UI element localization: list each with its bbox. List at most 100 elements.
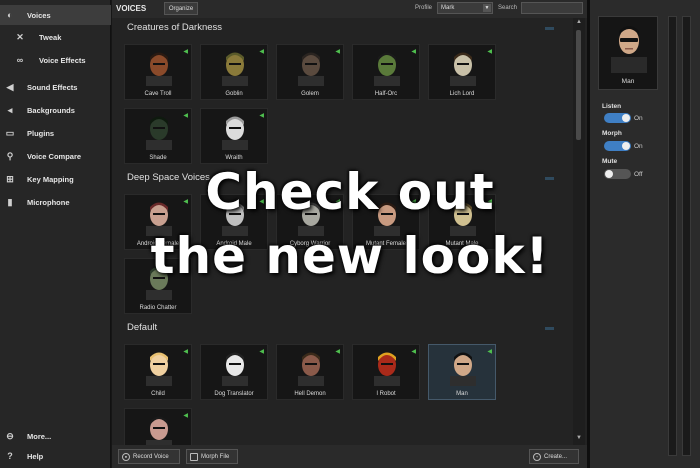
sidebar-item-more[interactable]: ⊖ More... — [0, 426, 111, 446]
voices-icon: ◐ — [7, 10, 13, 20]
morph-label: Morph — [602, 130, 622, 137]
voice-tile[interactable]: ◀ Hell Demon — [276, 344, 344, 400]
man-avatar — [611, 26, 647, 73]
sidebar-item-help[interactable]: ? Help — [0, 446, 111, 466]
voice-avatar — [222, 116, 248, 150]
input-level-meter — [668, 16, 677, 456]
sound-indicator-icon: ◀ — [259, 113, 264, 119]
sidebar-item-label: Tweak — [39, 32, 62, 42]
sound-indicator-icon: ◀ — [259, 199, 264, 205]
search-input[interactable] — [521, 2, 583, 14]
sidebar-item-voices[interactable]: ◐ Voices — [0, 5, 111, 25]
plus-icon: + — [533, 453, 541, 461]
sidebar-item-voice-effects[interactable]: ∞ Voice Effects — [0, 50, 111, 70]
voice-tile-label: Mutant Male — [445, 241, 479, 247]
listen-toggle[interactable] — [604, 113, 631, 123]
create-button[interactable]: + Create... — [529, 449, 579, 464]
voice-tile[interactable]: ◀ Mutant Male — [428, 194, 496, 250]
voice-tile[interactable]: ◀ Dog Translator — [200, 344, 268, 400]
voice-tile-label: Wraith — [225, 155, 243, 161]
scroll-thumb[interactable] — [576, 30, 581, 140]
voice-preview: Man — [598, 16, 658, 90]
morph-state: On — [634, 143, 643, 150]
voice-avatar — [146, 52, 172, 86]
voice-tile-label: I Robot — [376, 391, 396, 397]
profile-label: Profile — [415, 5, 433, 11]
record-icon: ● — [122, 453, 130, 461]
sidebar-item-label: More... — [27, 431, 52, 441]
voice-tile-label: Mutant Female — [365, 241, 407, 247]
voice-tile-label: Goblin — [225, 91, 243, 97]
morph-file-button[interactable]: Morph File — [186, 449, 238, 464]
sidebar-item-tweak[interactable]: ✕ Tweak — [0, 27, 111, 47]
record-voice-label: Record Voice — [133, 453, 169, 460]
voice-tile[interactable]: ◀ Shade — [124, 108, 192, 164]
profile-value: Mark — [441, 5, 455, 11]
preview-name: Man — [621, 78, 635, 85]
organize-button[interactable]: Organize — [164, 2, 198, 15]
voice-avatar — [222, 52, 248, 86]
voice-tile-label: Hell Demon — [294, 391, 326, 397]
page-title: VOICES — [116, 4, 147, 13]
sidebar-item-backgrounds[interactable]: ◂ Backgrounds — [0, 100, 111, 120]
output-level-meter — [682, 16, 691, 456]
category-header[interactable]: Default — [127, 322, 157, 333]
collapse-icon[interactable] — [545, 177, 554, 180]
voice-tile[interactable]: ◀ Golem — [276, 44, 344, 100]
top-toolbar: VOICES Organize Profile Mark ▼ Search — [112, 0, 587, 18]
voice-tile[interactable]: ◀ Mutant Female — [352, 194, 420, 250]
voice-tile-label: Android Male — [216, 241, 252, 247]
mute-state: Off — [634, 171, 643, 178]
voice-tile[interactable]: ◀ Wraith — [200, 108, 268, 164]
category-header[interactable]: Creatures of Darkness — [127, 22, 222, 33]
collapse-icon[interactable] — [545, 27, 554, 30]
sound-indicator-icon: ◀ — [259, 49, 264, 55]
voice-tile[interactable]: ◀ Lich Lord — [428, 44, 496, 100]
sidebar-item-microphone[interactable]: ▮ Microphone — [0, 192, 111, 212]
chevron-down-icon[interactable]: ▼ — [483, 4, 491, 12]
voice-tile[interactable]: ◀ Android Male — [200, 194, 268, 250]
voice-tile[interactable]: ◀ Cyborg Warrior — [276, 194, 344, 250]
sidebar-item-label: Sound Effects — [27, 82, 78, 92]
voice-tile[interactable]: ◀ — [124, 408, 192, 445]
voice-avatar — [298, 202, 324, 236]
voice-tile[interactable]: ◀ Android Female — [124, 194, 192, 250]
record-voice-button[interactable]: ● Record Voice — [118, 449, 180, 464]
sound-indicator-icon: ◀ — [411, 49, 416, 55]
create-label: Create... — [544, 453, 568, 460]
voice-avatar — [450, 352, 476, 386]
voice-tile[interactable]: ◀ Radio Chatter — [124, 258, 192, 314]
category-header[interactable]: Deep Space Voices — [127, 172, 210, 183]
voice-grid: Creatures of Darkness ◀ Cave Troll ◀ Goblin ◀… — [112, 18, 573, 445]
mute-toggle[interactable] — [604, 169, 631, 179]
collapse-icon[interactable] — [545, 327, 554, 330]
mute-label: Mute — [602, 158, 618, 165]
sound-indicator-icon: ◀ — [487, 349, 492, 355]
voice-tile[interactable]: ◀ Child — [124, 344, 192, 400]
scroll-down-icon[interactable]: ▼ — [575, 435, 583, 443]
voice-avatar — [146, 266, 172, 300]
sidebar-item-voice-compare[interactable]: ⚲ Voice Compare — [0, 146, 111, 166]
morph-toggle[interactable] — [604, 141, 631, 151]
profile-select[interactable]: Mark ▼ — [437, 2, 493, 14]
scrollbar[interactable]: ▲ ▼ — [573, 18, 585, 445]
sound-indicator-icon: ◀ — [183, 199, 188, 205]
sidebar-item-plugins[interactable]: ▭ Plugins — [0, 123, 111, 143]
voice-tile[interactable]: ◀ Man — [428, 344, 496, 400]
voice-tile[interactable]: ◀ Half-Orc — [352, 44, 420, 100]
sound-indicator-icon: ◀ — [487, 49, 492, 55]
toggle-knob — [605, 170, 613, 178]
plugin-icon: ▭ — [5, 127, 15, 138]
sidebar-item-key-mapping[interactable]: ⊞ Key Mapping — [0, 169, 111, 189]
listen-label: Listen — [602, 103, 622, 110]
voice-tile[interactable]: ◀ Goblin — [200, 44, 268, 100]
voice-tile[interactable]: ◀ Cave Troll — [124, 44, 192, 100]
sidebar-item-sound-effects[interactable]: ◀ Sound Effects — [0, 77, 111, 97]
sound-indicator-icon: ◀ — [183, 349, 188, 355]
voice-tile[interactable]: ◀ I Robot — [352, 344, 420, 400]
backgrounds-icon: ◂ — [7, 104, 13, 115]
sound-indicator-icon: ◀ — [183, 263, 188, 269]
help-icon: ? — [7, 451, 13, 461]
morph-file-label: Morph File — [201, 453, 230, 460]
scroll-up-icon[interactable]: ▲ — [575, 19, 583, 27]
